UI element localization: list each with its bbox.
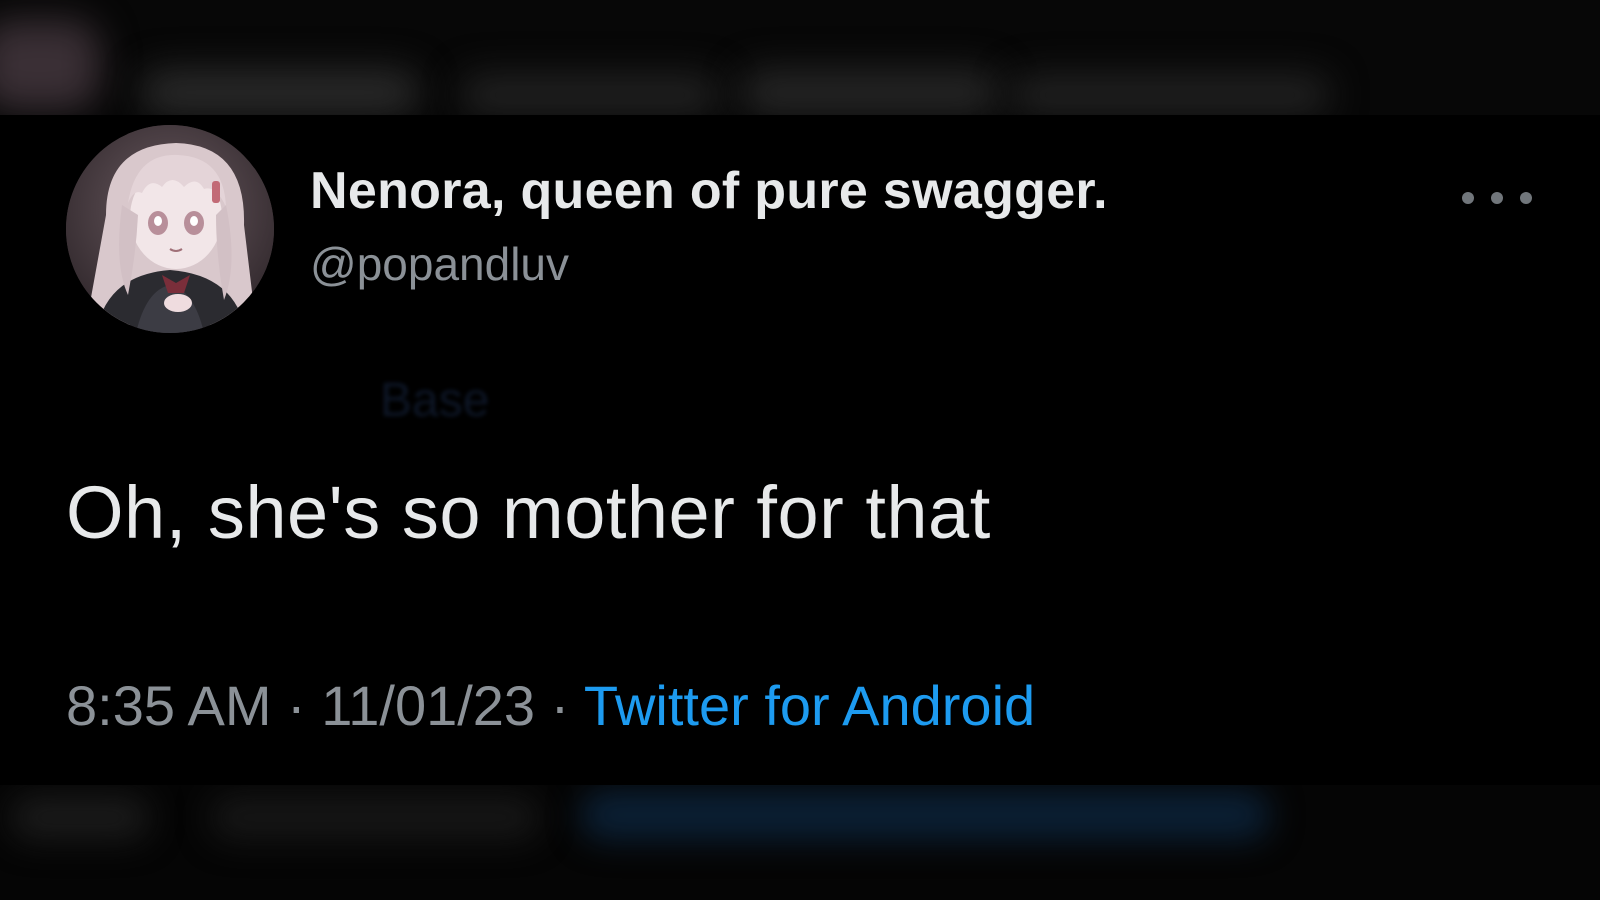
blurred-text-shape bbox=[10, 795, 150, 840]
faded-overlay-text: Base bbox=[380, 374, 490, 427]
tweet-date[interactable]: 11/01/23 bbox=[321, 674, 535, 737]
blurred-link-shape bbox=[580, 790, 1270, 840]
display-name[interactable]: Nenora, queen of pure swagger. bbox=[310, 161, 1108, 221]
tweet-source-link[interactable]: Twitter for Android bbox=[584, 674, 1035, 737]
tweet-card: Nenora, queen of pure swagger. @popandlu… bbox=[0, 115, 1600, 785]
tweet-text: Oh, she's so mother for that bbox=[66, 471, 991, 554]
blurred-text-shape bbox=[1010, 75, 1330, 115]
user-handle[interactable]: @popandluv bbox=[310, 237, 569, 291]
separator: · bbox=[550, 674, 584, 737]
blurred-header-background bbox=[0, 0, 1600, 115]
blurred-avatar-shape bbox=[0, 20, 100, 110]
more-horizontal-icon bbox=[1462, 192, 1474, 204]
separator: · bbox=[287, 674, 322, 737]
blurred-footer-background bbox=[0, 785, 1600, 900]
avatar[interactable] bbox=[66, 125, 274, 333]
blurred-text-shape bbox=[460, 75, 720, 115]
tweet-time[interactable]: 8:35 AM bbox=[66, 674, 271, 737]
avatar-image bbox=[66, 125, 274, 333]
blurred-text-shape bbox=[740, 70, 1000, 115]
blurred-text-shape bbox=[140, 70, 420, 115]
more-options-button[interactable] bbox=[1462, 183, 1532, 213]
more-horizontal-icon bbox=[1520, 192, 1532, 204]
more-horizontal-icon bbox=[1491, 192, 1503, 204]
tweet-metadata: 8:35 AM · 11/01/23 · Twitter for Android bbox=[66, 673, 1035, 738]
blurred-text-shape bbox=[210, 795, 540, 840]
